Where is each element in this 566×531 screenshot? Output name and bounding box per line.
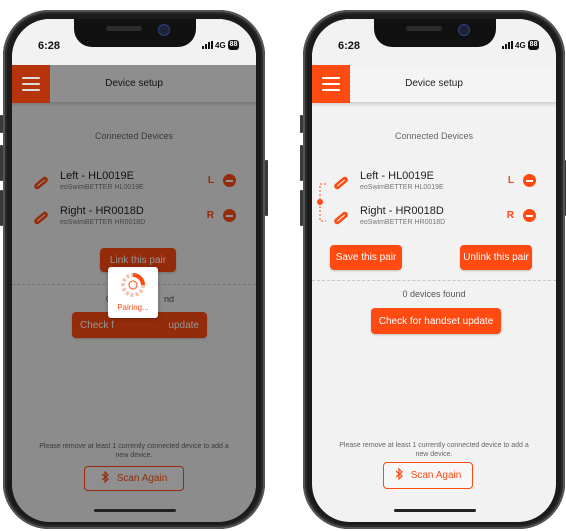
app-header: Device setup bbox=[312, 65, 556, 103]
notch bbox=[74, 19, 196, 47]
remove-device-button[interactable] bbox=[523, 209, 536, 222]
battery-icon: 88 bbox=[227, 40, 240, 50]
notice-text: Please remove at least 1 currently conne… bbox=[339, 442, 529, 458]
devices-found-count: 0 devices found bbox=[402, 289, 466, 299]
home-indicator[interactable] bbox=[394, 509, 476, 512]
signal-bars-icon bbox=[202, 41, 213, 49]
signal-bars-icon bbox=[502, 41, 513, 49]
device-model: eoSwimBETTER HR0018D bbox=[360, 219, 446, 226]
section-title: Connected Devices bbox=[394, 131, 474, 141]
screen-paired: 6:28 4G 88 Device setup Connected Device… bbox=[312, 19, 556, 522]
menu-button-dimmed bbox=[12, 65, 50, 103]
status-bar: 6:28 4G 88 bbox=[312, 19, 556, 65]
signal-indicator: 4G 88 bbox=[502, 40, 540, 50]
swim-paddle-icon bbox=[334, 176, 348, 190]
network-label: 4G bbox=[515, 40, 526, 50]
status-time: 6:28 bbox=[38, 40, 61, 52]
pair-link-icon bbox=[317, 183, 326, 222]
device-side-label: L bbox=[507, 175, 514, 186]
network-label: 4G bbox=[215, 40, 226, 50]
save-pair-button[interactable]: Save this pair bbox=[330, 245, 402, 270]
pairing-label: Pairing... bbox=[117, 303, 149, 312]
swim-paddle-icon bbox=[334, 211, 348, 225]
signal-indicator: 4G 88 bbox=[202, 40, 240, 50]
remove-device-button[interactable] bbox=[523, 174, 536, 187]
device-side-label: R bbox=[506, 210, 514, 221]
phone-frame-left: 6:28 4G 88 Device setup Connected Device… bbox=[0, 10, 268, 529]
battery-icon: 88 bbox=[527, 40, 540, 50]
notch bbox=[374, 19, 496, 47]
device-model: eoSwimBETTER HL0019E bbox=[360, 184, 444, 191]
status-time: 6:28 bbox=[338, 40, 361, 52]
page-title: Device setup bbox=[405, 78, 463, 89]
main-content: Connected Devices Left - HL0019E eoSwimB… bbox=[312, 104, 556, 522]
bluetooth-icon bbox=[395, 467, 403, 483]
spinner-icon bbox=[121, 273, 145, 297]
device-row-right: Right - HR0018D eoSwimBETTER HR0018D R bbox=[330, 204, 542, 232]
divider bbox=[312, 280, 556, 281]
home-indicator[interactable] bbox=[94, 509, 176, 512]
scan-again-label: Scan Again bbox=[410, 470, 462, 481]
unlink-pair-button[interactable]: Unlink this pair bbox=[460, 245, 532, 270]
device-name: Right - HR0018D bbox=[360, 205, 444, 217]
device-name: Left - HL0019E bbox=[360, 170, 434, 182]
phone-frame-right: 6:28 4G 88 Device setup Connected Device… bbox=[300, 10, 566, 529]
scan-again-button[interactable]: Scan Again bbox=[383, 462, 473, 489]
pairing-dialog: Pairing... bbox=[108, 267, 158, 318]
screen-pairing: 6:28 4G 88 Device setup Connected Device… bbox=[12, 19, 256, 522]
device-row-left: Left - HL0019E eoSwimBETTER HL0019E L bbox=[330, 169, 542, 197]
check-update-button[interactable]: Check for handset update bbox=[371, 308, 501, 334]
status-bar: 6:28 4G 88 bbox=[12, 19, 256, 65]
